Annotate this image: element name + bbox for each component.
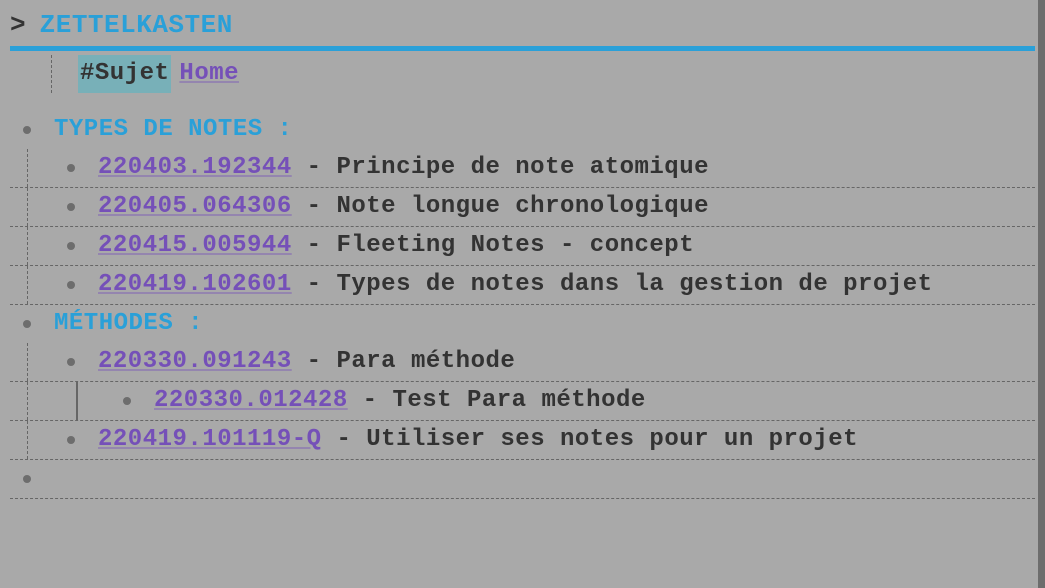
- note-link[interactable]: 220419.101119-Q: [98, 426, 322, 453]
- note-desc: Fleeting Notes - concept: [336, 232, 694, 259]
- bullet-icon: [67, 358, 75, 366]
- bullet-icon: [23, 126, 31, 134]
- empty-item[interactable]: [10, 460, 1035, 499]
- section-types-label: TYPES DE NOTES :: [54, 111, 1035, 149]
- note-link[interactable]: 220330.091243: [98, 348, 292, 375]
- list-item[interactable]: 220330.091243 - Para méthode: [10, 343, 1035, 382]
- title-block: > ZETTELKASTEN: [0, 0, 1045, 51]
- note-link[interactable]: 220419.102601: [98, 271, 292, 298]
- section-types: TYPES DE NOTES :: [10, 111, 1035, 149]
- note-link[interactable]: 220330.012428: [154, 387, 348, 414]
- outliner-page: > ZETTELKASTEN #Sujet Home TYPES DE NOTE…: [0, 0, 1045, 588]
- bullet-icon: [67, 242, 75, 250]
- note-desc: Note longue chronologique: [336, 193, 709, 220]
- title-row: > ZETTELKASTEN: [10, 10, 1035, 51]
- note-desc: Para méthode: [336, 348, 515, 375]
- link-home[interactable]: Home: [179, 55, 239, 93]
- spacer: [10, 93, 1035, 111]
- note-link[interactable]: 220403.192344: [98, 154, 292, 181]
- bullet-icon: [67, 164, 75, 172]
- bullet-icon: [123, 397, 131, 405]
- note-desc: Utiliser ses notes pour un projet: [366, 426, 858, 453]
- list-item[interactable]: 220419.102601 - Types de notes dans la g…: [10, 266, 1035, 305]
- list-item[interactable]: 220419.101119-Q - Utiliser ses notes pou…: [10, 421, 1035, 460]
- bullet-icon: [67, 203, 75, 211]
- bullet-icon: [23, 320, 31, 328]
- note-link[interactable]: 220405.064306: [98, 193, 292, 220]
- tag-sujet[interactable]: #Sujet: [78, 55, 171, 93]
- list-item[interactable]: 220330.012428 - Test Para méthode: [10, 382, 1035, 421]
- note-desc: Test Para méthode: [392, 387, 645, 414]
- list-item[interactable]: 220415.005944 - Fleeting Notes - concept: [10, 227, 1035, 266]
- list-item[interactable]: 220403.192344 - Principe de note atomiqu…: [10, 149, 1035, 188]
- note-desc: Types de notes dans la gestion de projet: [336, 271, 932, 298]
- chevron-right-icon: >: [10, 10, 26, 40]
- bullet-icon: [67, 436, 75, 444]
- bullet-icon: [67, 281, 75, 289]
- content: #Sujet Home TYPES DE NOTES : 220403.1923…: [0, 51, 1045, 499]
- bullet-icon: [23, 475, 31, 483]
- note-desc: Principe de note atomique: [336, 154, 709, 181]
- note-link[interactable]: 220415.005944: [98, 232, 292, 259]
- section-methodes: MÉTHODES :: [10, 305, 1035, 343]
- section-methodes-label: MÉTHODES :: [54, 305, 1035, 343]
- scrollbar[interactable]: [1038, 0, 1045, 588]
- list-item[interactable]: 220405.064306 - Note longue chronologiqu…: [10, 188, 1035, 227]
- tag-row: #Sujet Home: [10, 55, 1035, 93]
- page-title: ZETTELKASTEN: [40, 10, 233, 40]
